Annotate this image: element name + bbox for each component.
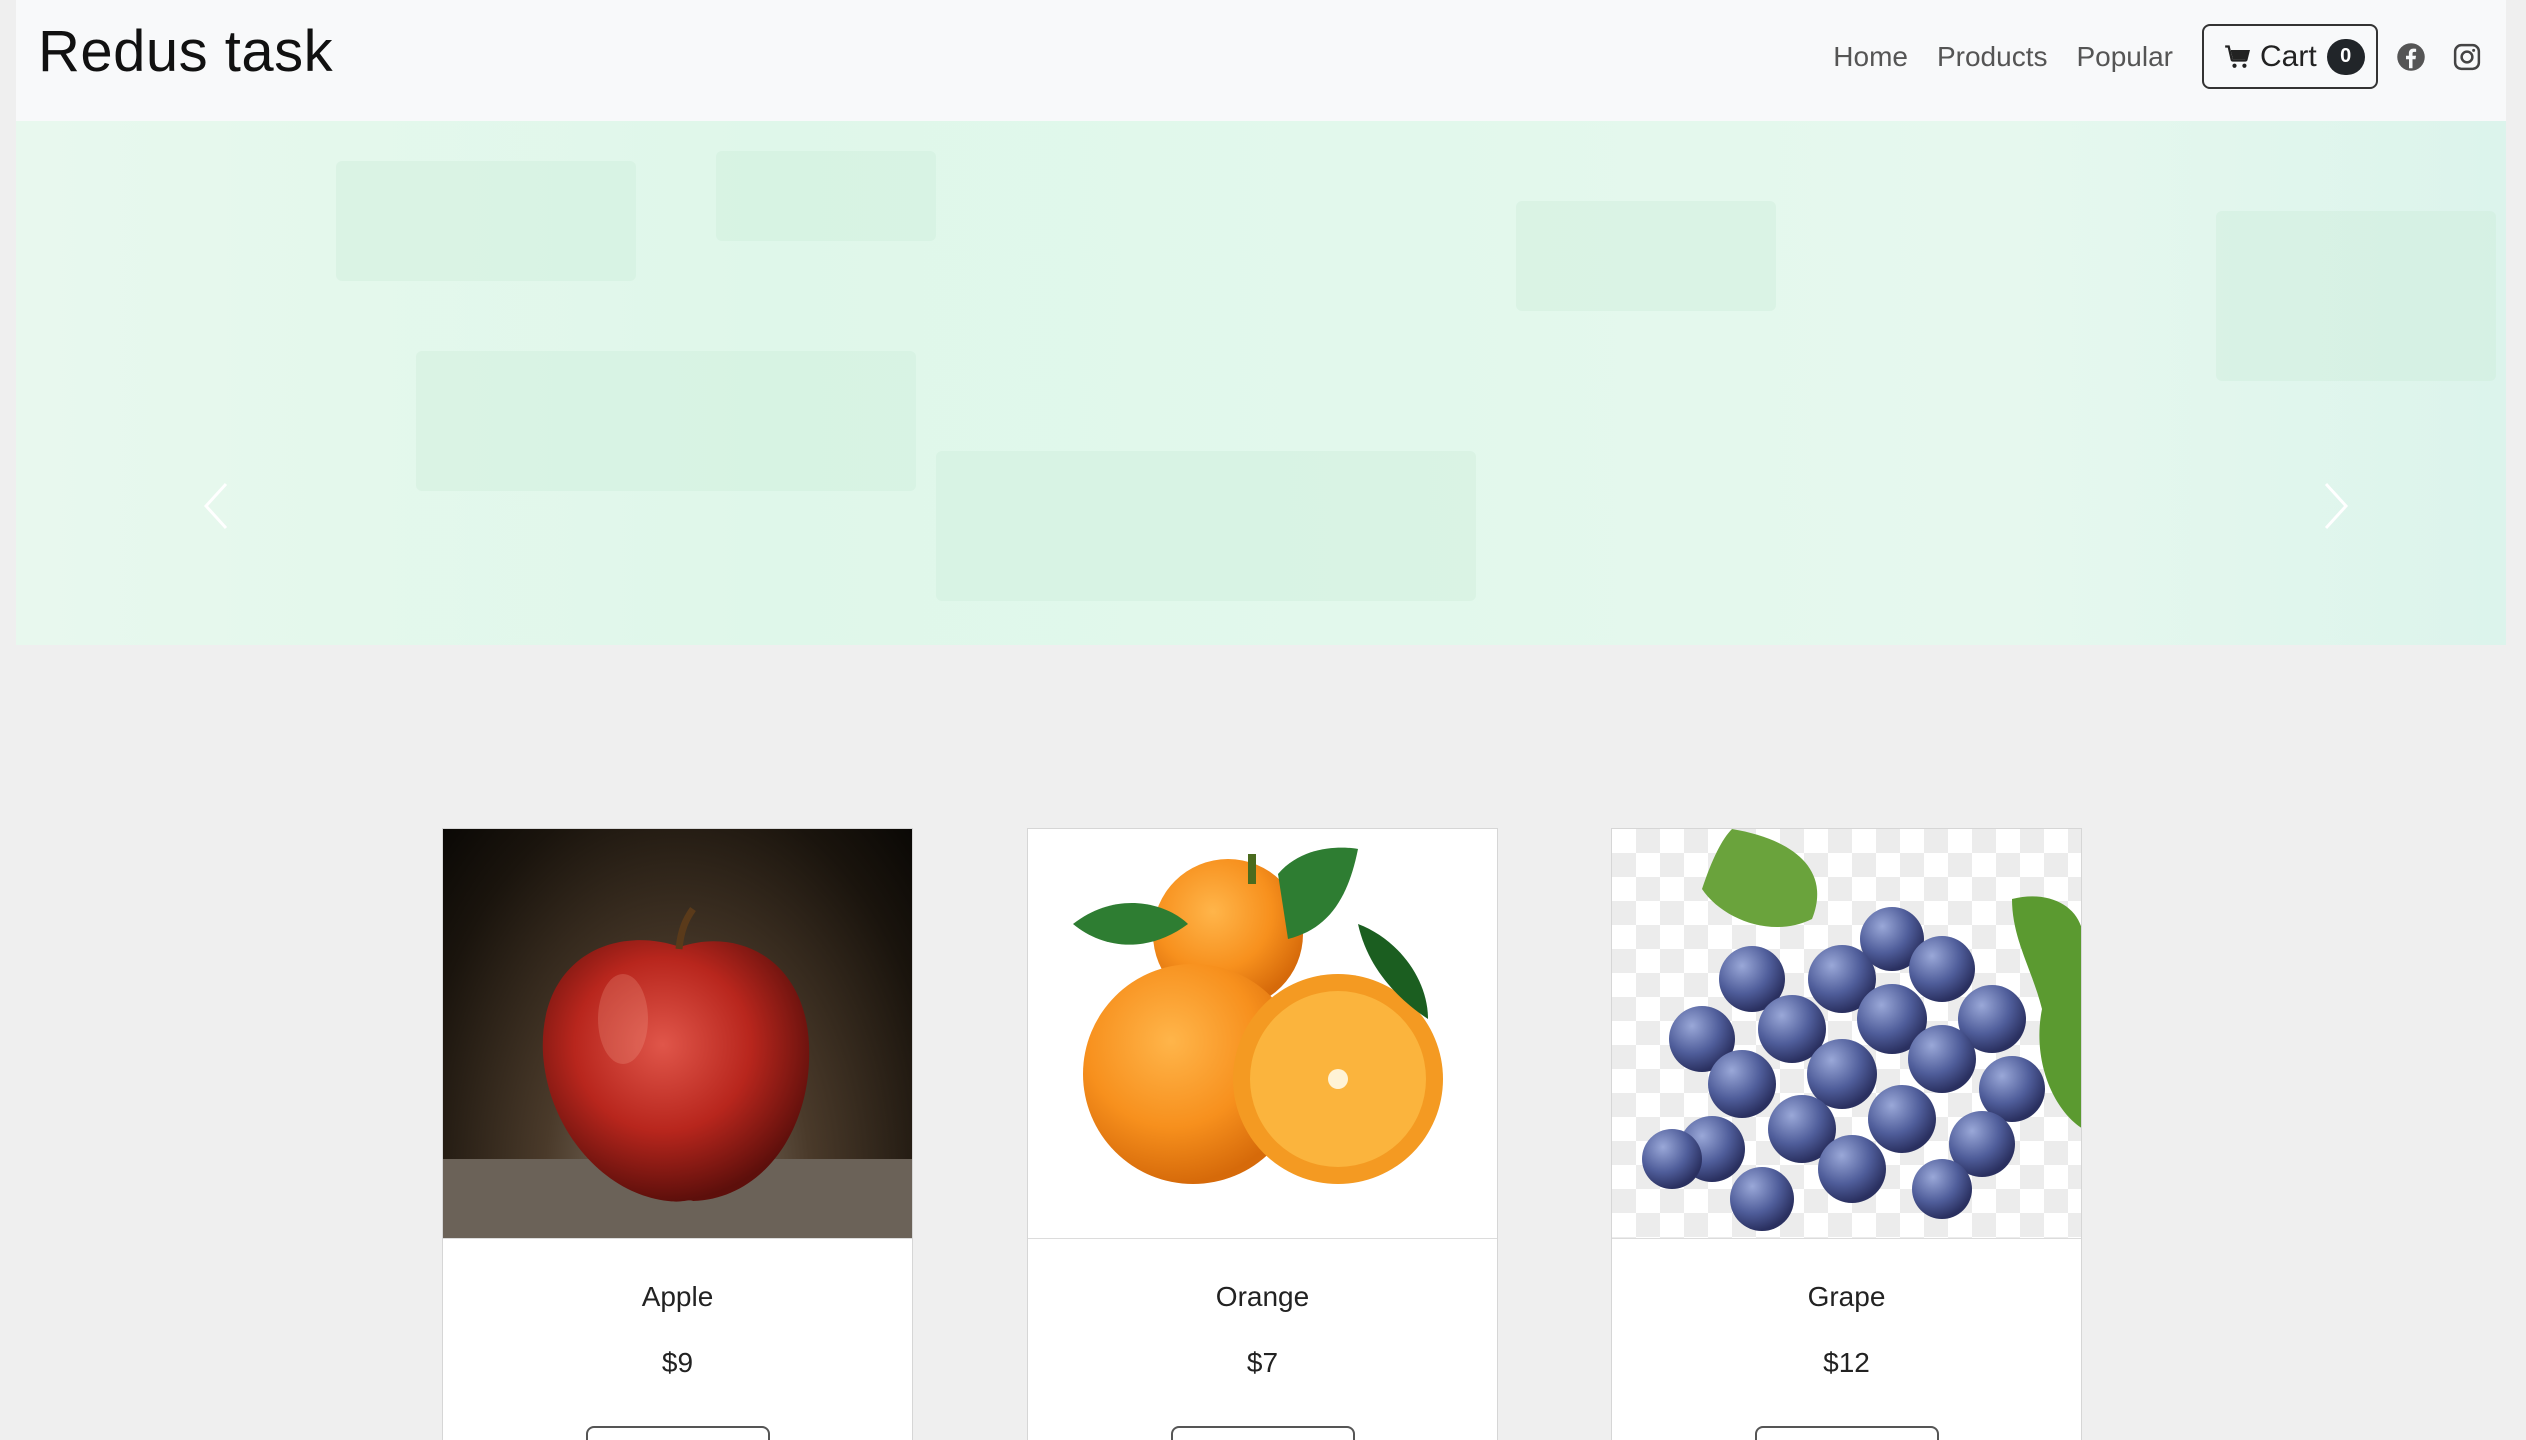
nav-link-products[interactable]: Products bbox=[1937, 41, 2048, 73]
add-to-cart-button[interactable] bbox=[1754, 1426, 1939, 1440]
navbar: Redus task Home Products Popular Cart 0 bbox=[16, 0, 2506, 121]
product-card-apple: Apple $9 bbox=[442, 828, 913, 1440]
carousel-image-region bbox=[2216, 211, 2496, 381]
product-name: Grape bbox=[1807, 1281, 1886, 1312]
product-price: $9 bbox=[661, 1347, 694, 1378]
apple-icon bbox=[443, 906, 912, 1238]
add-to-cart-button[interactable] bbox=[1170, 1426, 1355, 1440]
carousel-image-region bbox=[716, 151, 936, 241]
product-price: $12 bbox=[1823, 1347, 1870, 1378]
orange-icon bbox=[1073, 847, 1443, 1184]
cart-icon bbox=[2225, 44, 2250, 68]
nav-links: Home Products Popular Cart 0 bbox=[1833, 24, 2506, 89]
brand-title[interactable]: Redus task bbox=[38, 18, 333, 85]
product-card-orange: Orange $7 bbox=[1027, 828, 1498, 1440]
carousel-image-region bbox=[936, 451, 1476, 601]
product-card-grape: Grape $12 bbox=[1611, 828, 2082, 1440]
carousel-image-region bbox=[416, 351, 916, 491]
cart-button[interactable]: Cart 0 bbox=[2202, 24, 2378, 89]
carousel-prev-icon[interactable] bbox=[196, 476, 236, 536]
grape-icon bbox=[1642, 829, 2081, 1231]
product-image-apple bbox=[443, 829, 912, 1239]
instagram-icon[interactable] bbox=[2450, 40, 2484, 74]
product-name: Orange bbox=[1215, 1281, 1310, 1312]
product-image-orange bbox=[1028, 829, 1497, 1239]
carousel-image-region bbox=[336, 161, 636, 281]
add-to-cart-button[interactable] bbox=[585, 1426, 770, 1440]
carousel-image-region bbox=[1516, 201, 1776, 311]
hero-carousel bbox=[16, 121, 2506, 645]
carousel-next-icon[interactable] bbox=[2316, 476, 2356, 536]
nav-link-popular[interactable]: Popular bbox=[2076, 41, 2173, 73]
product-name: Apple bbox=[641, 1281, 714, 1312]
nav-link-home[interactable]: Home bbox=[1833, 41, 1908, 73]
facebook-icon[interactable] bbox=[2394, 40, 2428, 74]
product-image-grape bbox=[1612, 829, 2081, 1239]
cart-label: Cart bbox=[2260, 39, 2317, 73]
product-price: $7 bbox=[1246, 1347, 1279, 1378]
cart-count-badge: 0 bbox=[2326, 38, 2365, 75]
